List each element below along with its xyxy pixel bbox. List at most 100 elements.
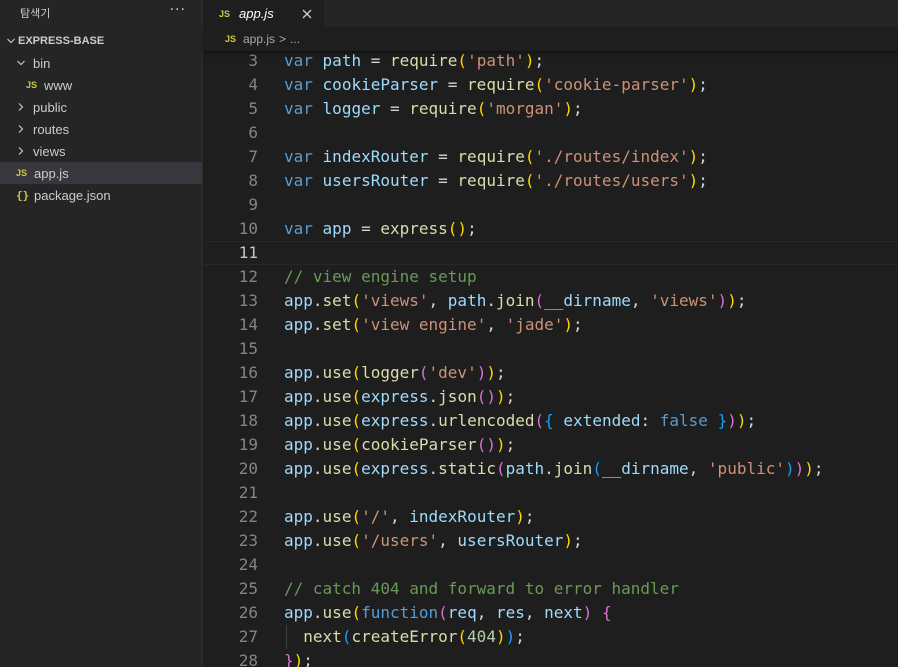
line-number: 12 xyxy=(238,267,258,286)
line-number: 26 xyxy=(238,603,258,622)
code-token: app xyxy=(284,363,313,382)
code-line[interactable]: 27 next(createError(404)); xyxy=(204,625,898,649)
code-token: ) xyxy=(476,363,487,382)
code-token: . xyxy=(312,291,323,310)
code-token: ; xyxy=(495,363,506,382)
code-line[interactable]: 7 var indexRouter = require('./routes/ind… xyxy=(204,145,898,169)
tree-item-package-json[interactable]: {} package.json xyxy=(0,184,202,206)
code-token: ; xyxy=(467,219,477,238)
code-token: var xyxy=(284,51,313,70)
code-token: , xyxy=(486,315,506,334)
code-line[interactable]: 3 var path = require('path'); xyxy=(204,51,898,73)
tree-item-public[interactable]: public xyxy=(0,96,202,118)
code-token: use xyxy=(322,531,352,550)
code-line[interactable]: 10 var app = express(); xyxy=(204,217,898,241)
breadcrumb-file[interactable]: app.js xyxy=(243,32,275,46)
code-token: res xyxy=(495,603,525,622)
code-token: ; xyxy=(746,411,757,430)
code-token: . xyxy=(312,387,323,406)
code-token: ( xyxy=(351,387,362,406)
code-token: ( xyxy=(534,291,545,310)
code-editor[interactable]: 3 var path = require('path'); 4 var cookieP… xyxy=(204,51,898,667)
code-token: '/users' xyxy=(361,531,439,550)
tree-item-bin[interactable]: bin xyxy=(0,52,202,74)
breadcrumb-separator: > xyxy=(279,32,287,46)
code-line[interactable]: 13 app.set('views', path.join(__dirname, … xyxy=(204,289,898,313)
code-token: set xyxy=(322,291,352,310)
code-token: use xyxy=(322,411,352,430)
close-icon[interactable] xyxy=(300,6,314,20)
code-line[interactable]: 28}); xyxy=(204,649,898,667)
code-text: app.use(express.urlencoded({ extended: f… xyxy=(284,409,756,433)
code-token: ( xyxy=(351,507,362,526)
code-line[interactable]: 14 app.set('view engine', 'jade'); xyxy=(204,313,898,337)
code-line[interactable]: 20 app.use(express.static(path.join(__dir… xyxy=(204,457,898,481)
code-line[interactable]: 23 app.use('/users', usersRouter); xyxy=(204,529,898,553)
code-line[interactable]: 5 var logger = require('morgan'); xyxy=(204,97,898,121)
tree-root-express-base[interactable]: EXPRESS-BASE xyxy=(0,30,202,52)
code-token: path xyxy=(447,291,487,310)
code-text: app.set('views', path.join(__dirname, 'v… xyxy=(284,289,746,313)
tab-app-js[interactable]: JS app.js xyxy=(203,0,325,27)
code-token: './routes/index' xyxy=(534,147,689,166)
code-token: ( xyxy=(351,291,362,310)
breadcrumb-symbols[interactable]: ... xyxy=(290,32,300,46)
code-line[interactable]: 25 // catch 404 and forward to error hand… xyxy=(204,577,898,601)
code-token: . xyxy=(486,291,496,310)
code-line[interactable]: 16 app.use(logger('dev')); xyxy=(204,361,898,385)
code-token: ( xyxy=(524,147,535,166)
code-line[interactable]: 18 app.use(express.urlencoded({ extended:… xyxy=(204,409,898,433)
code-token: ( xyxy=(341,627,352,646)
code-token: = xyxy=(428,171,458,190)
code-token: ) xyxy=(495,435,506,454)
tree-item-routes[interactable]: routes xyxy=(0,118,202,140)
line-number: 10 xyxy=(238,219,258,238)
code-line[interactable]: 22 app.use('/', indexRouter); xyxy=(204,505,898,529)
code-token: , xyxy=(428,291,448,310)
tree-item-app-js[interactable]: JS app.js xyxy=(0,162,202,184)
editor-tab-bar: JS app.js xyxy=(203,0,898,27)
code-token: . xyxy=(544,459,554,478)
code-token: app xyxy=(322,219,352,238)
code-line[interactable]: 8 var usersRouter = require('./routes/use… xyxy=(204,169,898,193)
line-number: 19 xyxy=(238,435,258,454)
code-line[interactable]: 24 xyxy=(204,553,898,577)
tree-item-www[interactable]: JS www xyxy=(0,74,202,96)
code-token: , xyxy=(688,459,708,478)
code-token: use xyxy=(322,387,352,406)
code-token: ( xyxy=(534,75,545,94)
code-token: // catch 404 and forward to error handle… xyxy=(284,579,679,598)
code-token: ) xyxy=(717,291,728,310)
code-token: 'cookie-parser' xyxy=(544,75,689,94)
code-token: . xyxy=(428,387,439,406)
javascript-file-icon: JS xyxy=(16,168,28,178)
code-line[interactable]: 11 xyxy=(204,241,898,265)
code-line[interactable]: 17 app.use(express.json()); xyxy=(204,385,898,409)
more-actions-icon[interactable]: ··· xyxy=(170,2,186,18)
code-line[interactable]: 19 app.use(cookieParser()); xyxy=(204,433,898,457)
code-token: app xyxy=(284,603,313,622)
code-token: ) xyxy=(804,459,814,478)
code-token: indexRouter xyxy=(409,507,516,526)
line-number: 4 xyxy=(248,75,258,94)
code-token: 'dev' xyxy=(428,363,477,382)
tab-label: app.js xyxy=(239,6,274,21)
code-token: ( xyxy=(592,459,602,478)
code-token: ) xyxy=(688,75,699,94)
code-line[interactable]: 26 app.use(function(req, res, next) { xyxy=(204,601,898,625)
code-line[interactable]: 9 xyxy=(204,193,898,217)
code-token: path xyxy=(505,459,545,478)
code-line[interactable]: 21 xyxy=(204,481,898,505)
tree-item-label: views xyxy=(33,143,66,159)
code-line[interactable]: 15 xyxy=(204,337,898,361)
code-token: = xyxy=(428,147,458,166)
code-line[interactable]: 6 xyxy=(204,121,898,145)
code-line[interactable]: 4 var cookieParser = require('cookie-pars… xyxy=(204,73,898,97)
code-line[interactable]: 12 // view engine setup xyxy=(204,265,898,289)
code-token: logger xyxy=(361,363,419,382)
tree-item-views[interactable]: views xyxy=(0,140,202,162)
code-token: ; xyxy=(524,507,535,526)
